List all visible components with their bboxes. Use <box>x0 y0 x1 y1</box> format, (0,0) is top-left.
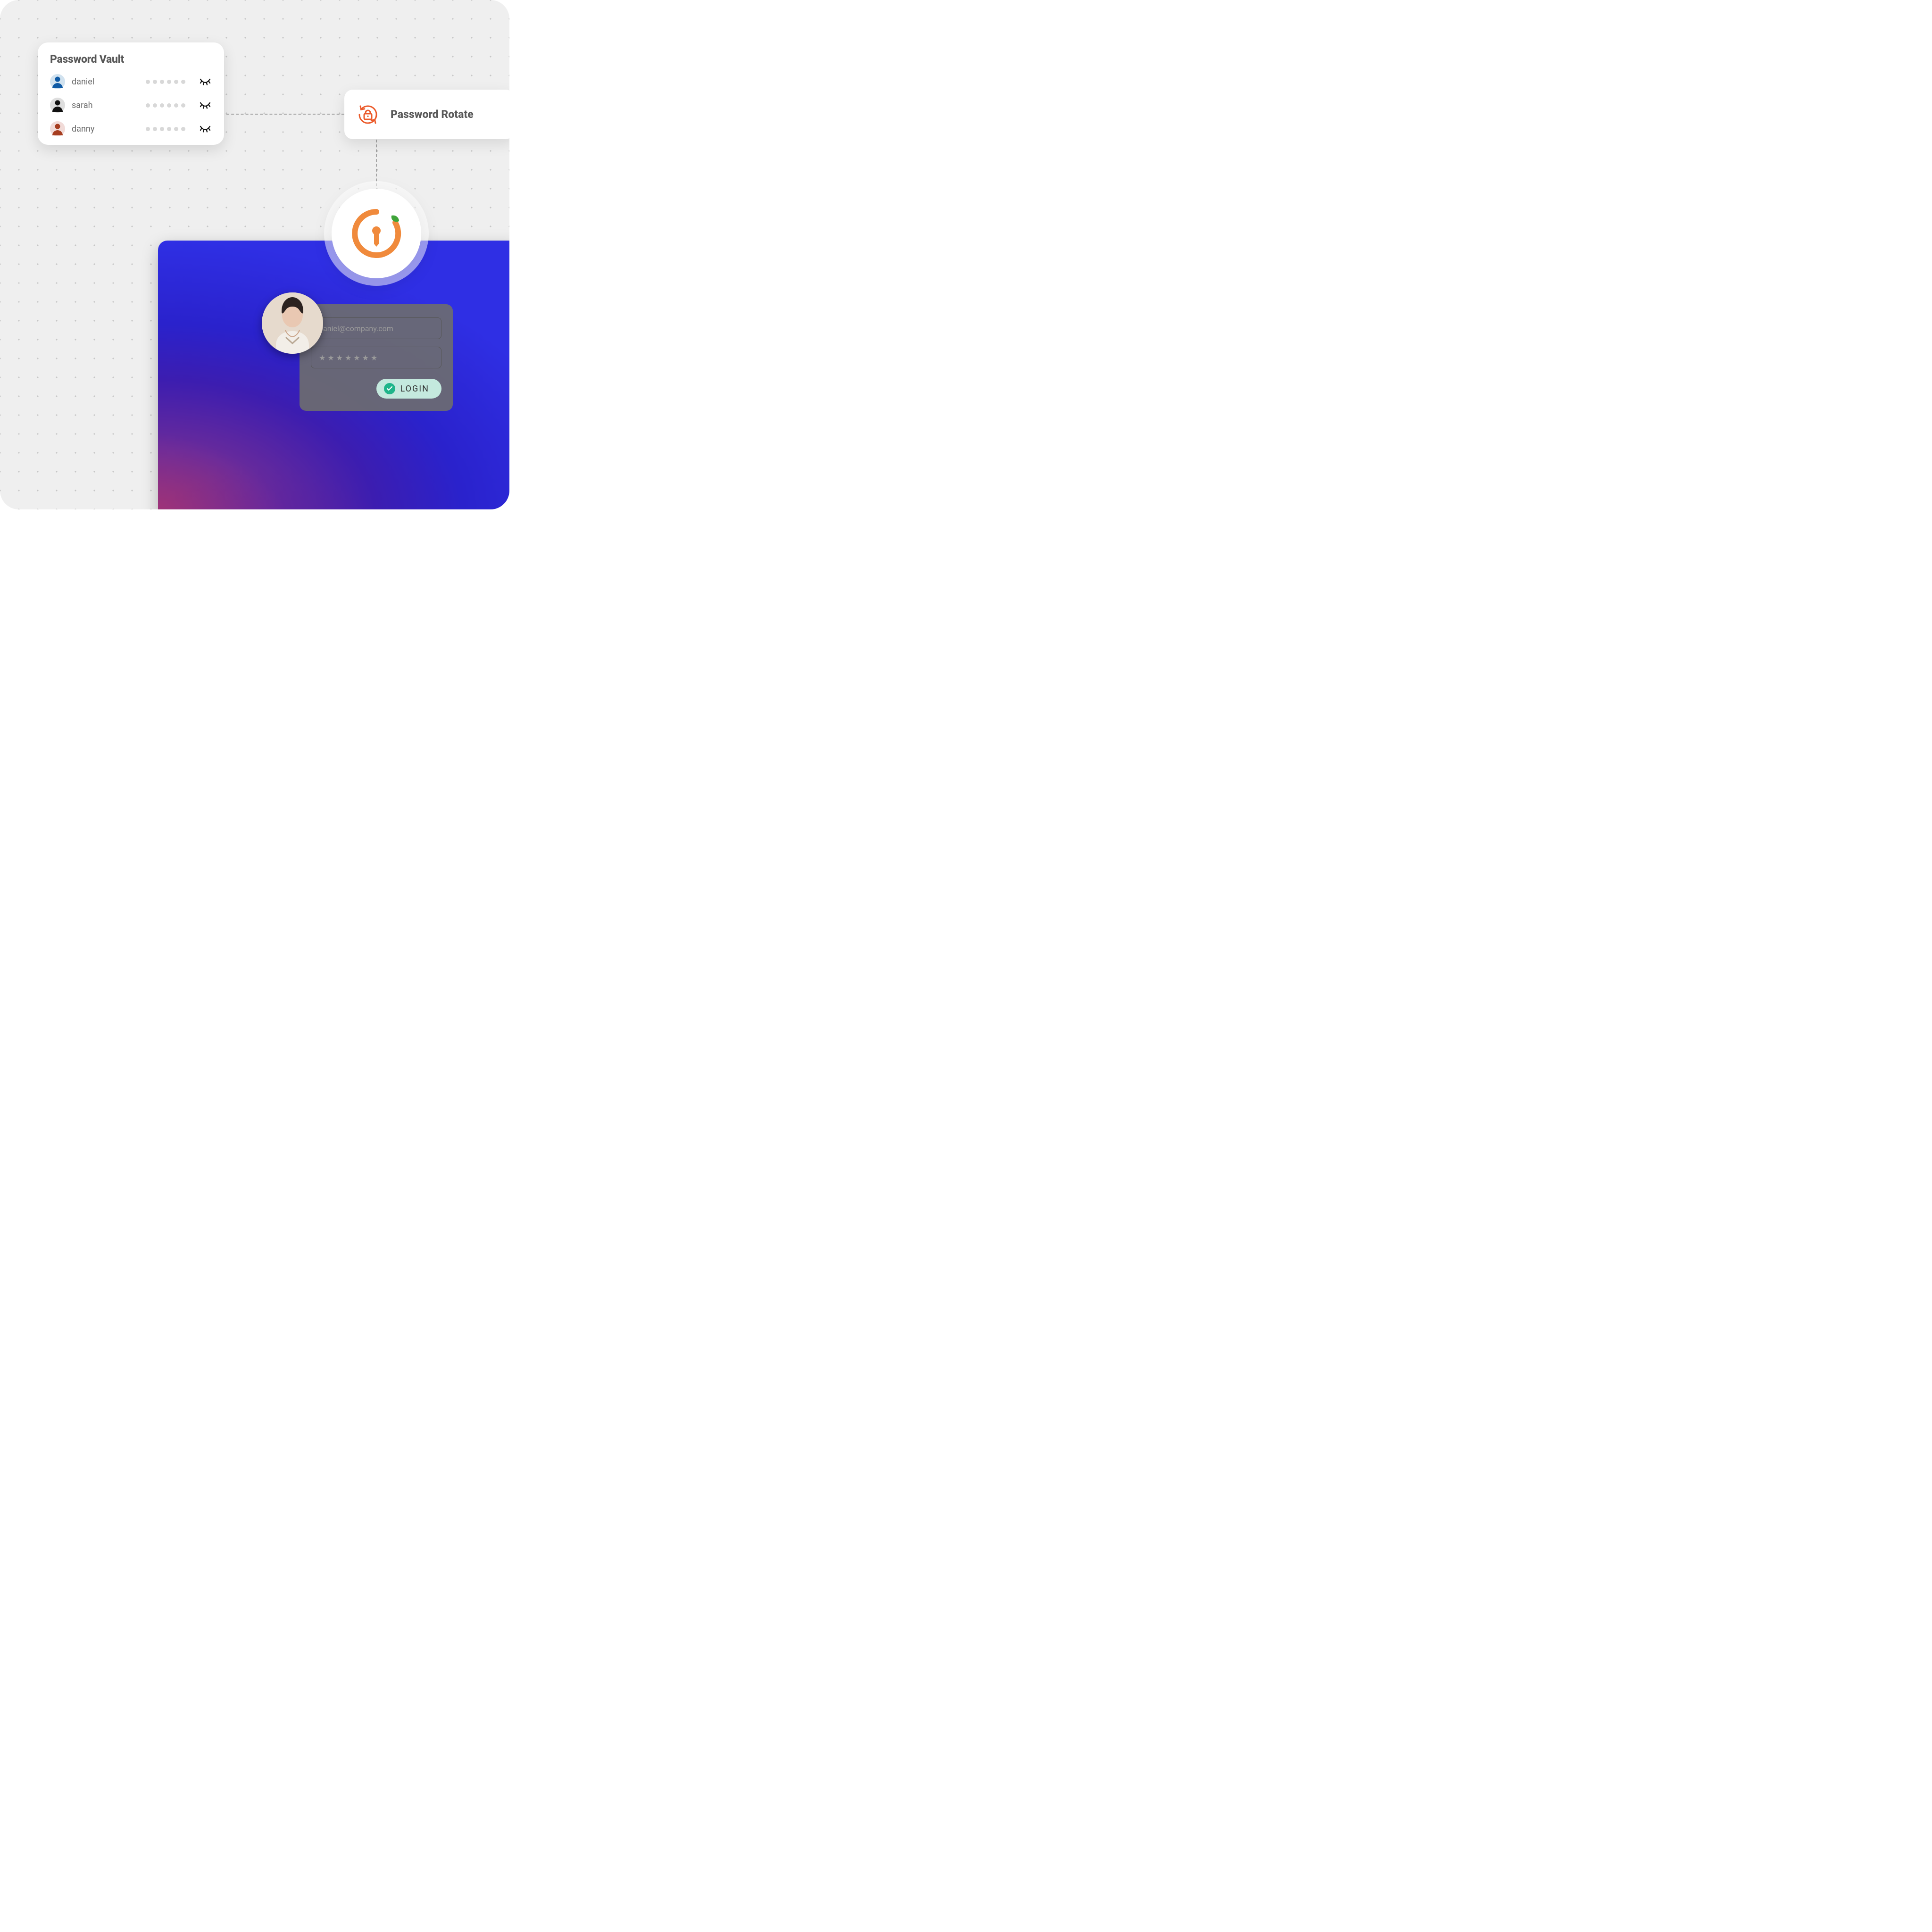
rotate-lock-icon <box>355 101 381 128</box>
login-button[interactable]: LOGIN <box>376 379 441 399</box>
login-window: daniel@company.com ★ ★ ★ ★ ★ ★ ★ LOGIN <box>158 241 509 509</box>
email-field[interactable]: daniel@company.com <box>311 317 441 339</box>
eye-closed-icon[interactable] <box>199 122 212 135</box>
check-icon <box>384 383 395 394</box>
vault-row: sarah <box>50 98 212 113</box>
masked-password <box>146 127 185 131</box>
login-button-label: LOGIN <box>400 384 429 394</box>
password-field[interactable]: ★ ★ ★ ★ ★ ★ ★ <box>311 347 441 368</box>
eye-closed-icon[interactable] <box>199 99 212 112</box>
user-avatar <box>262 292 323 354</box>
vault-row-name: daniel <box>72 77 114 87</box>
vault-title: Password Vault <box>50 53 212 66</box>
connector-vault-to-rotate <box>226 114 349 115</box>
vault-row: danny <box>50 121 212 136</box>
masked-password <box>146 103 185 108</box>
password-vault-card: Password Vault daniel sarah danny <box>38 42 224 145</box>
password-rotate-card: Password Rotate <box>344 90 509 139</box>
user-avatar-icon <box>50 121 65 136</box>
vault-row-name: danny <box>72 124 114 134</box>
eye-closed-icon[interactable] <box>199 75 212 88</box>
user-avatar-icon <box>50 98 65 113</box>
vault-row: daniel <box>50 74 212 89</box>
rotate-title: Password Rotate <box>391 108 474 121</box>
brand-badge <box>332 189 421 278</box>
diagram-canvas: Password Vault daniel sarah danny <box>0 0 509 509</box>
user-avatar-icon <box>50 74 65 89</box>
vault-row-name: sarah <box>72 100 114 110</box>
masked-password <box>146 80 185 84</box>
